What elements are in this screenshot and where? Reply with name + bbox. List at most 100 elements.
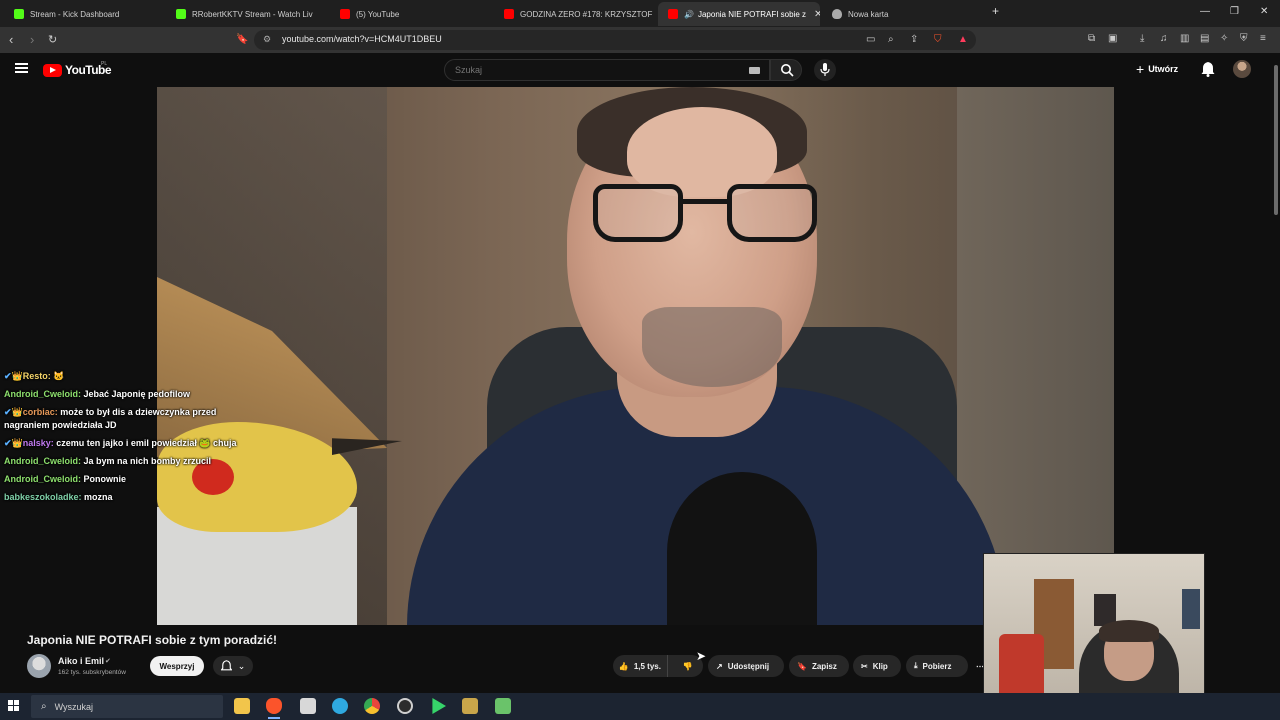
notepad-icon[interactable]	[300, 698, 316, 714]
windows-start-icon[interactable]	[8, 700, 20, 712]
save-icon: 🔖	[797, 661, 807, 671]
voice-search-button[interactable]	[814, 59, 836, 81]
share-label: Udostępnij	[727, 661, 770, 671]
browser-tab-strip: Stream - Kick Dashboard RRobertKKTV Stre…	[0, 0, 1280, 27]
search-button[interactable]	[770, 59, 802, 81]
account-avatar[interactable]	[1233, 60, 1251, 78]
search-input[interactable]	[455, 65, 735, 75]
edge-browser-icon[interactable]	[332, 698, 348, 714]
chrome-browser-icon[interactable]	[364, 698, 380, 714]
stream-chat-overlay: ✔👑Resto: 🐱 Android_Cweloid: Jebać Japoni…	[4, 370, 264, 509]
chat-username: Android_Cweloid:	[4, 474, 81, 484]
sidebar-icon[interactable]: ▥	[1180, 33, 1189, 44]
tab-youtube[interactable]: (5) YouTube	[330, 2, 490, 26]
file-explorer-icon[interactable]	[234, 698, 250, 714]
green-app-icon[interactable]	[495, 698, 511, 714]
taskbar-search[interactable]: ⌕ Wyszukaj	[31, 695, 223, 718]
save-button[interactable]: 🔖 Zapisz	[789, 655, 849, 677]
tab-kick-dashboard[interactable]: Stream - Kick Dashboard	[4, 2, 164, 26]
bookmark-icon[interactable]: 🔖	[236, 32, 248, 48]
search-box[interactable]	[444, 59, 770, 81]
country-code: PL	[101, 61, 108, 67]
page-scrollbar[interactable]	[1272, 53, 1280, 687]
chat-text: Jebać Japonię pedofilow	[83, 389, 191, 399]
tab-new-tab[interactable]: Nowa karta	[822, 2, 982, 26]
media-icon[interactable]: ♫	[1160, 33, 1168, 44]
taskbar-search-placeholder: Wyszukaj	[54, 701, 94, 712]
share-page-icon[interactable]: ⇪	[910, 34, 918, 45]
screenshot-icon[interactable]: ▣	[1108, 33, 1117, 44]
scrollbar-thumb[interactable]	[1274, 65, 1278, 215]
tab-title: (5) YouTube	[356, 9, 400, 19]
leo-ai-icon[interactable]: ✧	[1220, 33, 1228, 44]
clip-button[interactable]: ✂ Klip	[853, 655, 901, 677]
cast-icon[interactable]: ▭	[866, 34, 875, 45]
chat-message: babkeszokoladke: mozna	[4, 491, 264, 504]
notifications-bell-icon[interactable]	[1201, 61, 1215, 77]
subscription-bell-button[interactable]: ⌄	[213, 656, 253, 676]
studio-microphone	[667, 472, 817, 625]
chat-username: babkeszokoladke:	[4, 492, 82, 502]
youtube-icon	[668, 9, 678, 19]
tab-title: GODZINA ZERO #178: KRZYSZTOF ST	[520, 9, 654, 19]
share-icon: ↗	[716, 661, 723, 671]
chat-message: Android_Cweloid: Ja bym na nich bomby zr…	[4, 455, 264, 468]
tab-title: Nowa karta	[848, 9, 889, 19]
chat-message: Android_Cweloid: Ponownie	[4, 473, 264, 486]
brave-shields-icon[interactable]: ⛉	[934, 34, 942, 45]
save-label: Zapisz	[811, 661, 837, 671]
address-bar: ‹ › ↻ 🔖 ⚙ youtube.com/watch?v=HCM4UT1DBE…	[0, 27, 1280, 53]
tab-japonia-active[interactable]: 🔊 Japonia NIE POTRAFI sobie z ✕	[658, 2, 820, 26]
like-count: 1,5 tys.	[633, 661, 661, 671]
hamburger-menu-icon[interactable]	[15, 63, 28, 73]
create-button[interactable]: + Utwórz	[1136, 62, 1178, 76]
like-button[interactable]: 👍 1,5 tys.	[613, 655, 668, 677]
media-player-icon[interactable]	[432, 698, 446, 714]
tab-kick-stream[interactable]: RRobertKKTV Stream - Watch Liv	[166, 2, 326, 26]
reload-icon[interactable]: ↻	[48, 32, 57, 48]
thumbs-down-icon: 👎	[682, 661, 693, 671]
league-of-legends-icon[interactable]	[462, 698, 478, 714]
site-info-icon[interactable]: ⚙	[263, 34, 271, 45]
tab-godzina-zero[interactable]: GODZINA ZERO #178: KRZYSZTOF ST	[494, 2, 654, 26]
share-button[interactable]: ↗ Udostępnij	[708, 655, 784, 677]
forward-icon[interactable]: ›	[30, 32, 34, 48]
download-icon[interactable]: ⤓	[1140, 33, 1144, 44]
restore-icon[interactable]: ❐	[1230, 6, 1239, 17]
channel-name[interactable]: Aiko i Emil	[58, 656, 104, 666]
microphone-icon	[820, 63, 830, 76]
chat-message: Android_Cweloid: Jebać Japonię pedofilow	[4, 388, 264, 401]
chat-text: Ja bym na nich bomby zrzucil	[83, 456, 212, 466]
video-title: Japonia NIE POTRAFI sobie z tym poradzić…	[27, 633, 278, 647]
menu-icon[interactable]: ≡	[1260, 33, 1266, 44]
wallet-icon[interactable]: ▤	[1200, 33, 1209, 44]
scissors-icon: ✂	[861, 661, 868, 671]
back-icon[interactable]: ‹	[9, 32, 13, 48]
brave-rewards-icon[interactable]: ▲	[958, 34, 968, 45]
channel-avatar[interactable]	[27, 654, 51, 678]
chat-badges: ✔👑	[4, 407, 23, 417]
chat-username: corbiac:	[22, 407, 58, 417]
youtube-header: YouTube PL + Utwórz	[0, 53, 1280, 87]
tab-title: Japonia NIE POTRAFI sobie z	[697, 9, 807, 19]
url-field[interactable]: ⚙ youtube.com/watch?v=HCM4UT1DBEU ▭ ⌕ ⇪ …	[254, 30, 976, 50]
kick-icon	[176, 9, 186, 19]
obs-studio-icon[interactable]	[397, 698, 413, 714]
keyboard-icon[interactable]	[749, 67, 760, 74]
chat-username: nalsky:	[22, 438, 54, 448]
download-button[interactable]: ⤓ Pobierz	[906, 655, 968, 677]
zoom-icon[interactable]: ⌕	[888, 34, 894, 45]
close-tab-icon[interactable]: ✕	[814, 9, 820, 20]
close-window-icon[interactable]: ✕	[1260, 6, 1268, 17]
brave-browser-icon[interactable]	[266, 698, 282, 719]
search-icon	[781, 64, 794, 77]
tab-title: RRobertKKTV Stream - Watch Liv	[192, 9, 313, 19]
video-player[interactable]	[157, 87, 1114, 625]
streamer-hair	[1099, 620, 1159, 642]
thumbs-up-icon: 👍	[618, 661, 629, 671]
support-button[interactable]: Wesprzyj	[150, 656, 204, 676]
extensions-icon[interactable]: ⧉	[1088, 33, 1095, 44]
vpn-icon[interactable]: ⛨	[1240, 33, 1248, 44]
new-tab-plus-icon[interactable]: +	[992, 4, 999, 18]
minimize-icon[interactable]: —	[1200, 6, 1210, 17]
